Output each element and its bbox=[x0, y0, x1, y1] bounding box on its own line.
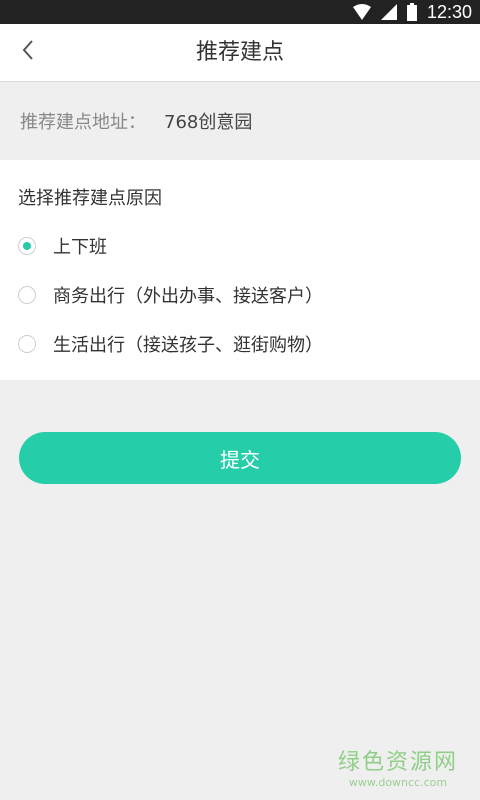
top-nav-bar: 推荐建点 bbox=[0, 24, 480, 82]
wifi-icon bbox=[352, 4, 371, 20]
reason-panel: 选择推荐建点原因 上下班 商务出行（外出办事、接送客户） 生活出行（接送孩子、逛… bbox=[0, 160, 480, 380]
address-value: 768创意园 bbox=[164, 112, 253, 133]
reason-option-commute[interactable]: 上下班 bbox=[18, 228, 462, 264]
reason-option-label: 商务出行（外出办事、接送客户） bbox=[53, 286, 323, 307]
reason-option-life[interactable]: 生活出行（接送孩子、逛街购物） bbox=[18, 326, 462, 362]
chevron-left-icon bbox=[21, 39, 35, 65]
reason-option-label: 生活出行（接送孩子、逛街购物） bbox=[53, 335, 323, 356]
address-row: 推荐建点地址： 768创意园 bbox=[0, 82, 480, 160]
status-time: 12:30 bbox=[426, 1, 472, 22]
radio-unchecked-icon[interactable] bbox=[18, 335, 36, 353]
radio-checked-icon[interactable] bbox=[18, 237, 36, 255]
radio-unchecked-icon[interactable] bbox=[18, 286, 36, 304]
watermark: 绿色资源网 www.downcc.com bbox=[338, 744, 458, 789]
watermark-sub: www.downcc.com bbox=[348, 776, 448, 789]
status-bar: 12:30 bbox=[0, 0, 480, 24]
page-title: 推荐建点 bbox=[195, 40, 284, 65]
reason-title: 选择推荐建点原因 bbox=[18, 188, 162, 209]
submit-button[interactable]: 提交 bbox=[19, 432, 461, 484]
reason-option-label: 上下班 bbox=[53, 237, 107, 258]
back-button[interactable] bbox=[10, 34, 46, 70]
reason-option-business[interactable]: 商务出行（外出办事、接送客户） bbox=[18, 277, 462, 313]
address-label: 推荐建点地址： bbox=[20, 112, 146, 133]
watermark-main: 绿色资源网 bbox=[337, 750, 458, 775]
battery-icon bbox=[406, 3, 417, 21]
signal-icon bbox=[380, 4, 397, 20]
